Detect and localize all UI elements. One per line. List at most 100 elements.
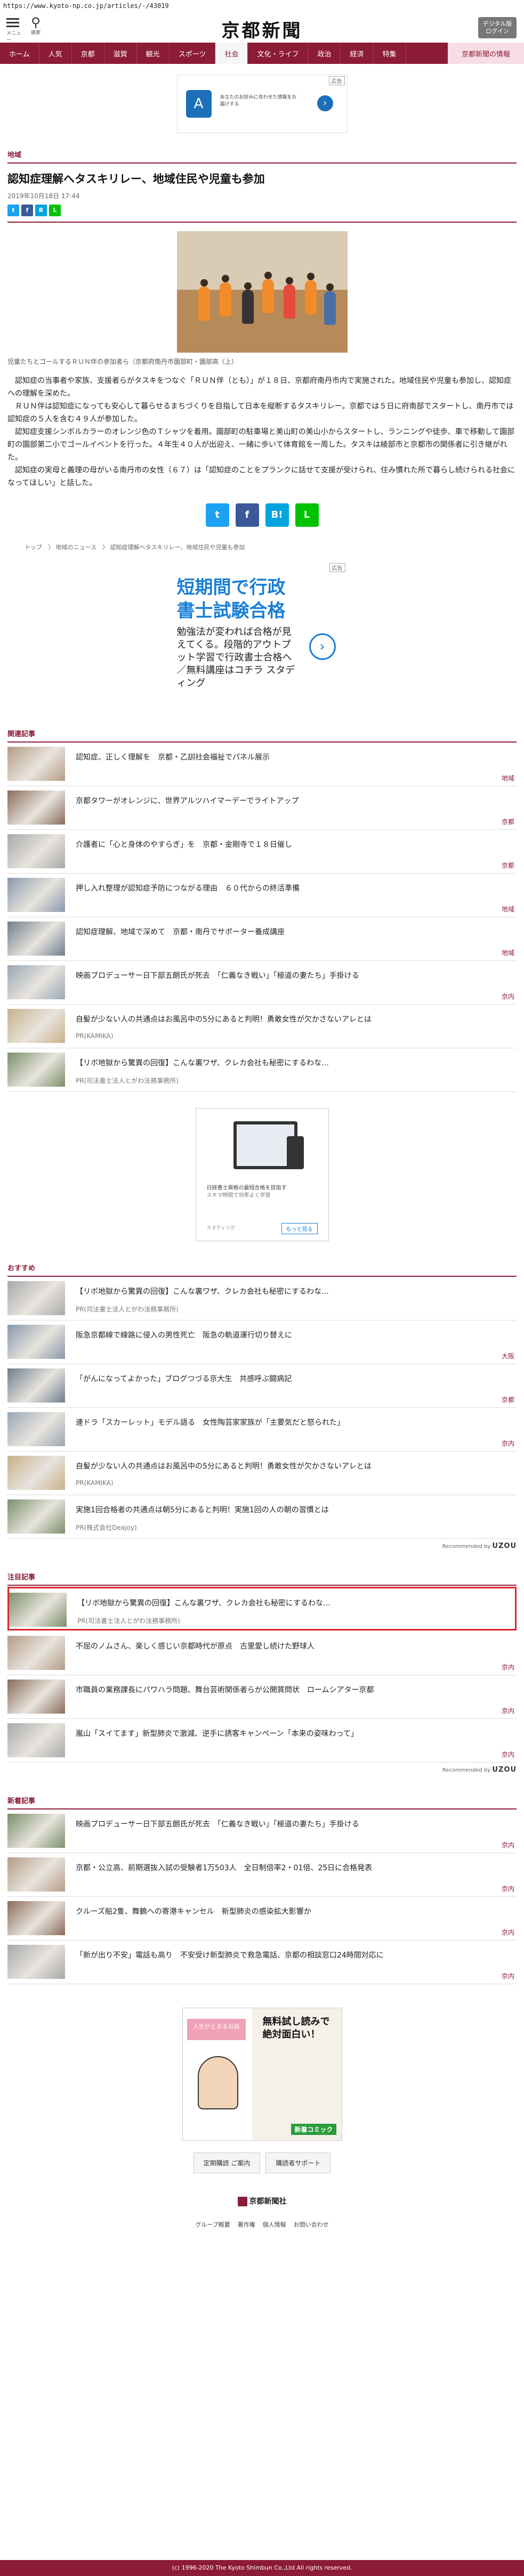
article-thumbnail	[7, 922, 65, 956]
recommend-articles: おすすめ 【リボ地獄から驚異の回復】こんな裏ワザ、クレカ会社も秘密にするわな… P…	[0, 1262, 524, 1550]
footer-link[interactable]: 個人情報	[263, 2220, 286, 2229]
article-thumbnail	[7, 1814, 65, 1848]
article-list-item[interactable]: 嵐山「スイてます」新型肺炎で激減、逆手に誘客キャンペーン「本来の姿味わって」 京内	[7, 1719, 517, 1763]
login-label: ログイン	[486, 28, 509, 35]
related-articles: 関連記事 認知症、正しく理解を 京都・乙訓社会福祉でパネル展示 地域 京都タワーがオ…	[0, 728, 524, 1092]
ad-illustration	[197, 2056, 238, 2109]
article-title: 「がんになってよかった」ブログつづる京大生 共感呼ぶ闘病記	[76, 1375, 292, 1383]
article-list-item[interactable]: 介護者に「心と身体のやすらぎ」を 京都・金剛寺で１８日催し京都	[7, 830, 517, 874]
sponsor-label: PR(司法書士法人とがわ法務事務所)	[77, 1617, 180, 1625]
category-tag: 地域	[501, 949, 514, 957]
ad-line: スキマ時間で効率よく学習	[206, 1193, 271, 1199]
article-headline: 認知症理解へタスキリレー、地域住民や児童も参加	[7, 173, 265, 185]
hatena-icon[interactable]: B	[35, 205, 47, 216]
article-title: 阪急京都線で線路に侵入の男性死亡 阪急の軌道運行切り替えに	[76, 1331, 292, 1340]
article-title: 【リボ地獄から驚異の回復】こんな裏ワザ、クレカ会社も秘密にするわな…	[76, 1059, 329, 1067]
footer-logo-text: 京都新聞社	[249, 2197, 287, 2206]
footer-link[interactable]: お問い合わせ	[294, 2220, 329, 2229]
article-list-item[interactable]: クルーズ船2隻、舞鶴への寄港キャンセル 新型肺炎の感染拡大影響か 京内	[7, 1897, 517, 1941]
ad-label: 広告	[328, 76, 345, 85]
article-thumbnail	[7, 965, 65, 999]
twitter-icon[interactable]: t	[7, 205, 19, 216]
digital-login-button[interactable]: デジタル版 ログイン	[478, 17, 517, 38]
ad-cta-button[interactable]: もっと見る	[281, 1223, 318, 1234]
sponsor-label: PR(KAMIKA)	[76, 1479, 114, 1487]
nav-item[interactable]: 人気	[39, 43, 72, 64]
ad-headline: 短期間で行政 書士試験合格	[177, 576, 286, 623]
article-list-item[interactable]: 【リボ地獄から驚異の回復】こんな裏ワザ、クレカ会社も秘密にするわな… PR(司法書…	[7, 1048, 517, 1092]
article-title: 「新が出り不安」電話も高り 不安受け新型肺炎で救急電話、京都の相談窓口24時間対…	[76, 1951, 384, 1960]
category-tag: 京都	[501, 1396, 514, 1404]
article-title: 介護者に「心と身体のやすらぎ」を 京都・金剛寺で１８日催し	[76, 841, 292, 849]
url-bar[interactable]: https://www.kyoto-np.co.jp/articles/-/43…	[0, 0, 524, 12]
article-list-item[interactable]: 自髪が少ない人の共通点はお風呂中の5分にあると判明！勇敢女性が欠かさないアレとは…	[7, 1452, 517, 1495]
article-list-item[interactable]: 認知症理解、地域で深めて 京都・南丹でサポーター養成講座 地域	[7, 917, 517, 961]
category-tag: 京内	[501, 1885, 514, 1893]
footer-logo[interactable]: 京都新聞社	[0, 2196, 524, 2206]
nav-item[interactable]: 政治	[308, 43, 341, 64]
article-list-item[interactable]: 京都タワーがオレンジに、世界アルツハイマーデーでライトアップ 京都	[7, 786, 517, 830]
nav-item[interactable]: 滋賀	[104, 43, 137, 64]
breadcrumb[interactable]: トップ 〉 地域のニュース 〉 認知症理解へタスキリレー、地域住民や児童も参加	[25, 543, 499, 551]
category-tag: 京都	[501, 862, 514, 869]
facebook-icon[interactable]: f	[21, 205, 33, 216]
footer-links: グループ概要 著作権 個人情報 お問い合わせ	[0, 2220, 524, 2229]
article-list-item[interactable]: 自髪が少ない人の共通点はお風呂中の5分にあると判明！勇敢女性が欠かさないアレとは…	[7, 1005, 517, 1048]
article-thumbnail	[7, 790, 65, 825]
article-list-item[interactable]: 不屈のノムさん、楽しく感じい京都時代が原点 古里愛し続けた野球人 京内	[7, 1632, 517, 1675]
category-tag: 京内	[501, 1972, 514, 1980]
article-thumbnail	[7, 1456, 65, 1490]
article-list-item[interactable]: 京都・公立高、前期選抜入試の受験者1万503人 全日制倍率2・01倍、25日に合…	[7, 1853, 517, 1897]
article-list-item[interactable]: 阪急京都線で線路に侵入の男性死亡 阪急の軌道運行切り替えに 大阪	[7, 1320, 517, 1364]
article-list-item[interactable]: 押し入れ整理が認知症予防につながる理由 ６０代からの終活準備 地域	[7, 874, 517, 917]
nav-item[interactable]: 経済	[341, 43, 374, 64]
recommended-by[interactable]: Recommended by UZOU	[7, 1542, 517, 1550]
article-list-item[interactable]: 映画プロデューサー日下部五朗氏が死去 「仁義なき戦い」「極道の妻たち」手掛ける京…	[7, 961, 517, 1005]
nav-item[interactable]: 文化・ライフ	[248, 43, 309, 64]
related-list: 認知症、正しく理解を 京都・乙訓社会福祉でパネル展示 地域 京都タワーがオレンジに、…	[0, 743, 524, 1092]
line-icon[interactable]: L	[295, 503, 319, 527]
line-icon[interactable]: L	[49, 205, 61, 216]
footer-link[interactable]: 著作権	[238, 2220, 255, 2229]
comic-ad[interactable]: 人生がとまるお話 無料試し読みで絶対面白い！ 新着コミック	[182, 2008, 342, 2141]
article-list-item[interactable]: 映画プロデューサー日下部五朗氏が死去 「仁義なき戦い」「極道の妻たち」手掛ける京…	[7, 1809, 517, 1853]
box-ad[interactable]: 日経書士資格の最短合格を目指す スキマ時間で効率よく学習 スタディング もっと見…	[195, 1108, 329, 1241]
nav-item[interactable]: 特集	[374, 43, 406, 64]
nav-item[interactable]: 京都	[72, 43, 104, 64]
mid-ad-banner[interactable]: 広告 短期間で行政 書士試験合格 勉強法が変われば合格が見えてくる。段階的アウト…	[176, 563, 348, 707]
nav-special-item[interactable]: 京都新聞の情報	[447, 43, 524, 64]
share-buttons-small: t f B L	[7, 205, 517, 216]
recommended-label: Recommended by	[442, 1544, 491, 1550]
article-date: 2019年10月18日 17:44	[7, 192, 80, 200]
twitter-icon[interactable]: t	[205, 503, 229, 527]
uzou-logo: UZOU	[492, 1542, 517, 1550]
article-list-item[interactable]: 【リボ地獄から驚異の回復】こんな裏ワザ、クレカ会社も秘密にするわな… PR(司法書…	[7, 1277, 517, 1320]
site-logo[interactable]: 京都新聞	[0, 16, 524, 42]
pickup-articles: 注目記事 【リボ地獄から驚異の回復】こんな裏ワザ、クレカ会社も秘密にするわな… P…	[0, 1571, 524, 1774]
facebook-icon[interactable]: f	[235, 503, 259, 527]
article-list-item[interactable]: 「がんになってよかった」ブログつづる京大生 共感呼ぶ闘病記京都	[7, 1364, 517, 1408]
article-list-item[interactable]: 実施1回合格者の共通点は朝5分にあると判明！実施1回の人の朝の習慣とは PR(株式…	[7, 1495, 517, 1539]
nav-item[interactable]: スポーツ	[170, 43, 216, 64]
nav-item[interactable]: ホーム	[0, 43, 39, 64]
article-list-item[interactable]: 「新が出り不安」電話も高り 不安受け新型肺炎で救急電話、京都の相談窓口24時間対…	[7, 1941, 517, 1984]
sponsor-label: PR(株式会社Deajoy)	[76, 1524, 137, 1531]
article-list-item[interactable]: 連ドラ「スカーレット」モデル語る 女性陶芸家家族が「主要気だと怒られた」 京内	[7, 1408, 517, 1452]
category-tag: 地域	[501, 906, 514, 913]
top-ad-banner[interactable]: 広告 A あなたのお好みに合わせた情報をお届けする ›	[176, 75, 348, 133]
article-list-item[interactable]: 認知症、正しく理解を 京都・乙訓社会福祉でパネル展示 地域	[7, 743, 517, 786]
nav-item[interactable]: 観光	[137, 43, 170, 64]
article-thumbnail	[7, 834, 65, 868]
subscription-button[interactable]: 定期購読 ご案内	[193, 2153, 261, 2173]
article-title: 嵐山「スイてます」新型肺炎で激減、逆手に誘客キャンペーン「本来の姿味わって」	[76, 1730, 358, 1738]
recommended-by[interactable]: Recommended by UZOU	[7, 1766, 517, 1774]
article-photo[interactable]	[176, 231, 348, 353]
article-title: クルーズ船2隻、舞鶴への寄港キャンセル 新型肺炎の感染拡大影響か	[76, 1907, 311, 1916]
nav-item[interactable]: 社会	[215, 43, 248, 64]
hatena-icon[interactable]: B!	[265, 503, 289, 527]
footer-link[interactable]: グループ概要	[195, 2220, 230, 2229]
footer-buttons: 定期購読 ご案内 購読者サポート	[0, 2153, 524, 2173]
support-button[interactable]: 購読者サポート	[265, 2153, 331, 2173]
article-list-item[interactable]: 市職員の業務課長にパワハラ問題、舞台芸術関係者らが公開質問状 ロームシアター京都…	[7, 1675, 517, 1719]
article-list-item[interactable]: 【リボ地獄から驚異の回復】こんな裏ワザ、クレカ会社も秘密にするわな… PR(司法書…	[7, 1587, 517, 1631]
